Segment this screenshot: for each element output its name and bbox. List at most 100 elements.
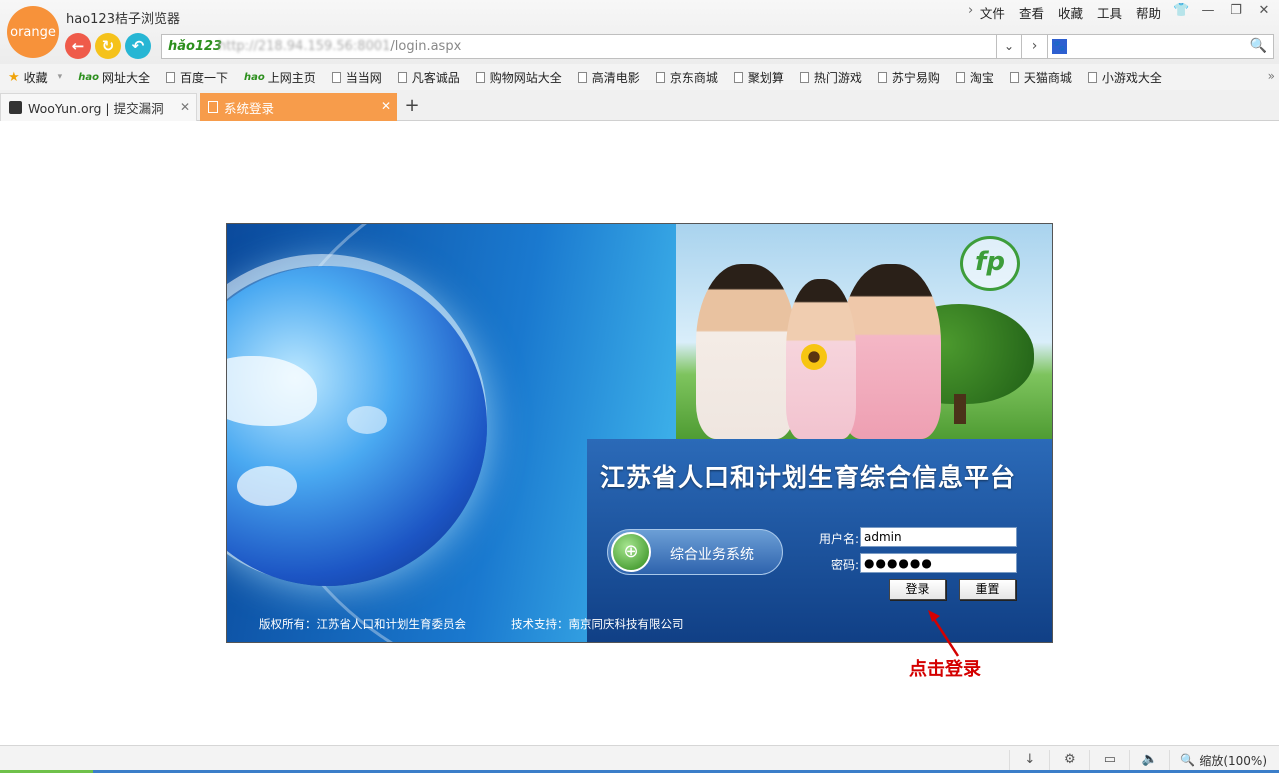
page-icon	[397, 71, 407, 83]
menu-view[interactable]: 查看	[1019, 3, 1044, 22]
undo-icon: ↶	[131, 37, 145, 55]
bookmark-label: 上网主页	[267, 70, 316, 85]
hao-icon: hao	[78, 71, 99, 83]
tab-label: 系统登录	[224, 100, 275, 116]
bookmark-item[interactable]: 热门游戏	[799, 69, 862, 86]
username-label: 用户名:	[818, 532, 859, 546]
login-button[interactable]: 登录	[889, 579, 946, 600]
bookmark-item[interactable]: 购物网站大全	[475, 69, 562, 86]
bookmark-item[interactable]: 凡客诚品	[397, 69, 460, 86]
tab-label: WooYun.org | 提交漏洞	[28, 101, 164, 116]
app-title: hao123桔子浏览器	[66, 12, 180, 27]
annotation-text: 点击登录	[909, 659, 981, 680]
page-icon	[955, 71, 965, 83]
continent-shape	[227, 356, 317, 426]
bookmark-label: 苏宁易购	[891, 70, 940, 85]
bookmark-label: 收藏	[23, 70, 48, 85]
bookmark-item[interactable]: 高清电影	[577, 69, 640, 86]
screen-icon[interactable]: ▭	[1089, 750, 1129, 770]
bookmark-item[interactable]: hao 上网主页	[244, 69, 316, 86]
bookmark-item[interactable]: 京东商城	[655, 69, 718, 86]
browser-logo[interactable]: orange	[7, 6, 59, 58]
tab-system-login[interactable]: 系统登录 ✕	[200, 93, 397, 121]
menu-help[interactable]: 帮助	[1136, 3, 1161, 22]
close-icon[interactable]: ✕	[1257, 3, 1271, 18]
baidu-paw-icon[interactable]: 🐾	[1052, 39, 1067, 54]
restore-icon[interactable]: ❐	[1229, 3, 1243, 18]
search-input[interactable]: 🐾 🔍	[1048, 34, 1274, 59]
username-field[interactable]: admin	[860, 527, 1017, 547]
menu-favorites[interactable]: 收藏	[1058, 3, 1083, 22]
person-father	[696, 264, 796, 439]
browser-window: orange hao123桔子浏览器 › 文件 查看 收藏 工具 帮助 👕 — …	[0, 0, 1279, 773]
page-icon	[877, 71, 887, 83]
tab-close-icon[interactable]: ✕	[381, 99, 391, 113]
bookmark-label: 当当网	[345, 70, 382, 85]
download-icon[interactable]: ↓	[1009, 750, 1049, 770]
address-url-path: /login.aspx	[390, 39, 462, 54]
chevron-down-icon[interactable]: ▾	[58, 72, 63, 82]
reset-button[interactable]: 重置	[959, 579, 1016, 600]
page-icon	[208, 101, 218, 113]
undo-button[interactable]: ↶	[125, 33, 151, 59]
bookmark-item[interactable]: 小游戏大全	[1087, 69, 1162, 86]
search-icon[interactable]: 🔍	[1250, 38, 1267, 54]
refresh-icon: ↻	[101, 37, 115, 55]
chevron-right-icon: ›	[1031, 38, 1038, 54]
tab-wooyun[interactable]: WooYun.org | 提交漏洞 ✕	[0, 93, 197, 121]
bookmarks-bar: ★ 收藏 ▾ hao 网址大全 百度一下 hao 上网主页 当当网 凡客诚品 购物网站大…	[0, 64, 1279, 90]
login-banner: fp 江苏省人口和计划生育综合信息平台 ⊕ 综合业务系统 用户名: 密码: ad…	[226, 223, 1053, 643]
bookmark-item[interactable]: 聚划算	[733, 69, 784, 86]
address-url[interactable]: http://218.94.159.56:8001/login.aspx	[218, 39, 461, 54]
bookmark-label: 购物网站大全	[489, 70, 562, 85]
tab-strip: WooYun.org | 提交漏洞 ✕ 系统登录 ✕	[0, 90, 1279, 121]
password-label: 密码:	[830, 558, 859, 572]
bookmark-label: 京东商城	[669, 70, 718, 85]
bookmark-label: 聚划算	[747, 70, 784, 85]
bookmark-item[interactable]: hao 网址大全	[78, 69, 150, 86]
page-icon	[799, 71, 809, 83]
status-bar: ↓ ⚙ ▭ 🔈 🔍 缩放(100%)	[0, 745, 1279, 773]
magnifier-icon: 🔍	[1180, 753, 1196, 767]
back-arrow-icon: ←	[71, 37, 85, 55]
speaker-icon[interactable]: 🔈	[1129, 750, 1169, 770]
bookmark-item[interactable]: 当当网	[331, 69, 382, 86]
plus-icon: +	[404, 95, 420, 116]
page-content: fp 江苏省人口和计划生育综合信息平台 ⊕ 综合业务系统 用户名: 密码: ad…	[0, 121, 1279, 745]
page-icon	[733, 71, 743, 83]
bookmarks-overflow-icon[interactable]: »	[1268, 69, 1275, 83]
menu-bar: 文件 查看 收藏 工具 帮助	[980, 3, 1161, 22]
bookmark-item[interactable]: 苏宁易购	[877, 69, 940, 86]
hao123-brand-icon: hǎo123	[168, 39, 223, 54]
zoom-control[interactable]: 🔍 缩放(100%)	[1169, 750, 1267, 770]
menu-expand-icon[interactable]: ›	[968, 3, 973, 18]
bookmark-label: 凡客诚品	[411, 70, 460, 85]
bookmark-item[interactable]: 淘宝	[955, 69, 994, 86]
gear-icon[interactable]: ⚙	[1049, 750, 1089, 770]
menu-file[interactable]: 文件	[980, 3, 1005, 22]
bookmark-item[interactable]: 百度一下	[165, 69, 228, 86]
person-mother	[841, 264, 941, 439]
skin-icon[interactable]: 👕	[1173, 3, 1189, 18]
platform-title: 江苏省人口和计划生育综合信息平台	[600, 463, 1017, 492]
new-tab-button[interactable]: +	[400, 95, 424, 119]
page-icon	[1009, 71, 1019, 83]
bookmark-favorites[interactable]: ★ 收藏 ▾	[8, 69, 62, 86]
address-bar[interactable]: hǎo123 http://218.94.159.56:8001/login.a…	[161, 34, 997, 59]
go-button[interactable]: ›	[1022, 34, 1048, 59]
back-button[interactable]: ←	[65, 33, 91, 59]
refresh-button[interactable]: ↻	[95, 33, 121, 59]
bookmark-label: 淘宝	[969, 70, 994, 85]
tech-support-text: 技术支持：南京同庆科技有限公司	[511, 617, 684, 631]
bookmark-item[interactable]: 天猫商城	[1009, 69, 1072, 86]
star-icon: ★	[8, 69, 20, 85]
minimize-icon[interactable]: —	[1201, 3, 1215, 18]
password-field[interactable]: ●●●●●●	[860, 553, 1017, 573]
address-url-obscured: http://218.94.159.56:8001	[218, 39, 391, 54]
menu-tools[interactable]: 工具	[1097, 3, 1122, 22]
continent-shape	[237, 466, 297, 506]
address-dropdown-button[interactable]: ⌄	[997, 34, 1022, 59]
bookmark-label: 百度一下	[179, 70, 228, 85]
tab-close-icon[interactable]: ✕	[180, 100, 190, 114]
chevron-down-icon: ⌄	[1003, 39, 1015, 53]
